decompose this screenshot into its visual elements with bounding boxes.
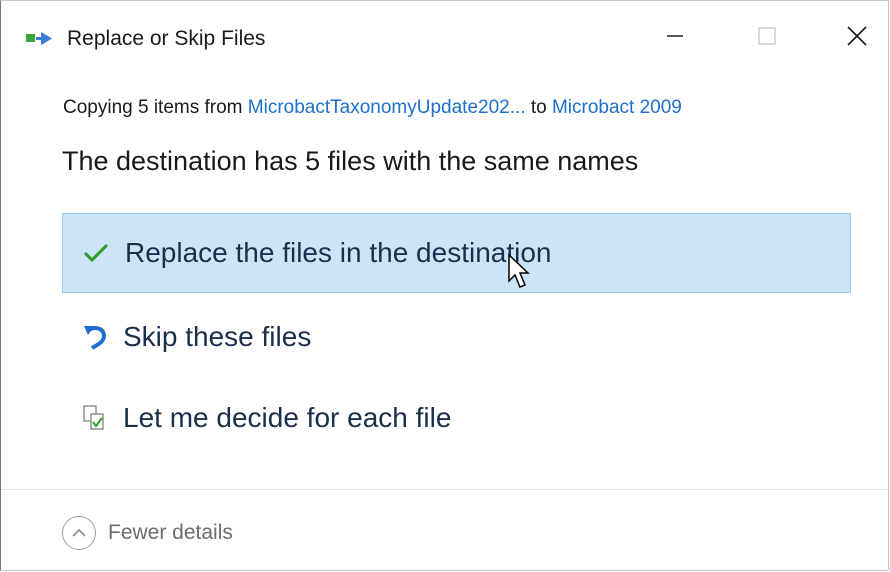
checkmark-icon	[83, 239, 109, 267]
window-title: Replace or Skip Files	[67, 27, 266, 50]
close-button[interactable]	[831, 15, 883, 61]
chevron-up-icon	[62, 516, 96, 550]
skip-files-option[interactable]: Skip these files	[62, 297, 851, 377]
minimize-button[interactable]	[649, 15, 701, 61]
skip-arrow-icon	[82, 323, 108, 351]
copy-info-line: Copying 5 items from MicrobactTaxonomyUp…	[63, 97, 682, 119]
copy-info-middle: to	[525, 97, 552, 118]
mouse-cursor-icon	[507, 253, 531, 291]
fewer-details-label: Fewer details	[108, 521, 233, 544]
copy-info-prefix: Copying 5 items from	[63, 97, 248, 118]
source-folder-link[interactable]: MicrobactTaxonomyUpdate202...	[248, 97, 526, 118]
replace-files-label: Replace the files in the destination	[125, 237, 552, 268]
maximize-icon	[757, 26, 777, 51]
decide-each-file-option[interactable]: Let me decide for each file	[62, 378, 851, 458]
skip-files-label: Skip these files	[123, 321, 312, 352]
maximize-button	[741, 15, 793, 61]
minimize-icon	[665, 26, 685, 51]
decide-each-file-label: Let me decide for each file	[123, 402, 452, 433]
compare-files-icon	[82, 404, 108, 432]
fewer-details-button[interactable]: Fewer details	[62, 514, 233, 552]
close-icon	[846, 25, 868, 52]
conflict-heading: The destination has 5 files with the sam…	[62, 146, 639, 176]
replace-skip-dialog: Replace or Skip Files Copying 5 items fr…	[0, 0, 889, 571]
title-bar[interactable]: Replace or Skip Files	[1, 1, 888, 79]
footer-divider	[1, 489, 888, 490]
replace-files-option[interactable]: Replace the files in the destination	[62, 213, 851, 293]
copy-files-icon	[25, 30, 53, 50]
destination-folder-link[interactable]: Microbact 2009	[552, 97, 682, 118]
